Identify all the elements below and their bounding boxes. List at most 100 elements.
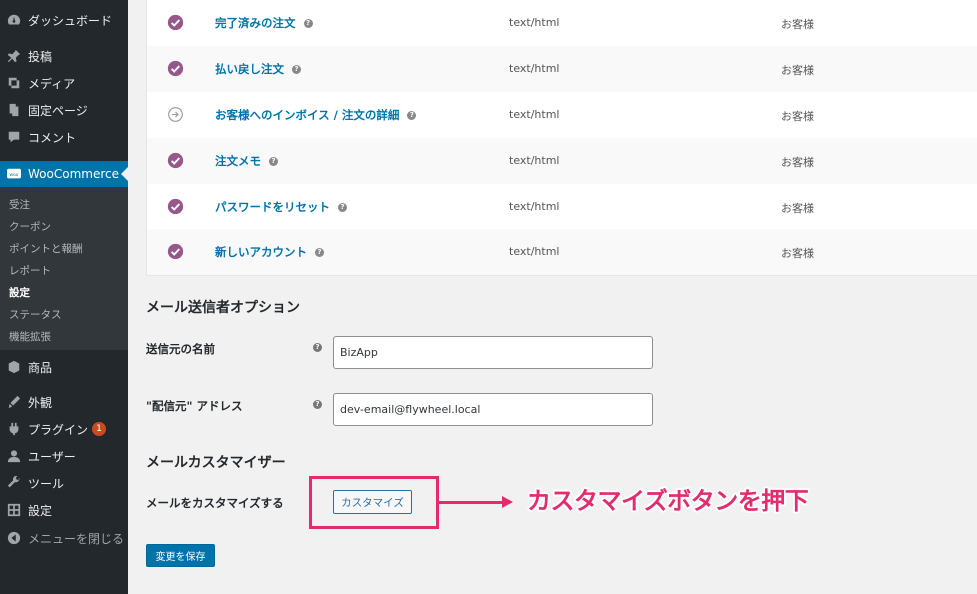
help-icon[interactable]: ? <box>313 343 322 352</box>
submenu-orders[interactable]: 受注 <box>9 197 30 212</box>
enabled-check-icon <box>167 198 184 215</box>
menu-item-dashboard[interactable]: ダッシュボード <box>0 7 128 33</box>
content-type: text/html <box>509 245 560 258</box>
recipient: お客様 <box>781 64 814 77</box>
menu-label: メディア <box>28 76 76 91</box>
settings-icon <box>7 503 21 517</box>
annotation-arrow-line <box>439 501 505 504</box>
email-name-link[interactable]: 新しいアカウント? <box>215 244 324 260</box>
help-icon[interactable]: ? <box>313 400 322 409</box>
menu-label: プラグイン <box>28 422 89 437</box>
help-icon[interactable]: ? <box>315 248 324 257</box>
content-type: text/html <box>509 154 560 167</box>
content-type: text/html <box>509 200 560 213</box>
collapse-icon <box>7 531 21 545</box>
from-address-input[interactable] <box>333 393 653 426</box>
recipient: お客様 <box>781 156 814 169</box>
enabled-check-icon <box>167 14 184 31</box>
menu-label: コメント <box>28 130 77 145</box>
menu-label: ツール <box>28 476 65 491</box>
customizer-heading: メールカスタマイザー <box>146 455 286 471</box>
recipient: お客様 <box>781 202 814 215</box>
from-name-input[interactable] <box>333 336 653 369</box>
menu-item-pages[interactable]: 固定ページ <box>0 97 128 123</box>
menu-label: ダッシュボード <box>28 13 113 28</box>
svg-text:woo: woo <box>10 173 19 178</box>
save-changes-button[interactable]: 変更を保存 <box>146 544 215 567</box>
table-row: パスワードをリセット? text/html お客様 <box>146 184 977 230</box>
enabled-check-icon <box>167 243 184 260</box>
menu-item-media[interactable]: メディア <box>0 70 128 96</box>
menu-label: メニューを閉じる <box>28 531 125 546</box>
collapse-menu-button[interactable]: メニューを閉じる <box>0 525 128 551</box>
help-icon[interactable]: ? <box>269 157 278 166</box>
submenu-settings[interactable]: 設定 <box>9 285 30 300</box>
highlight-box <box>309 476 439 529</box>
dashboard-icon <box>7 13 21 27</box>
table-row: 新しいアカウント? text/html お客様 <box>146 229 977 275</box>
menu-item-tools[interactable]: ツール <box>0 470 128 496</box>
table-row: 払い戻し注文? text/html お客様 <box>146 46 977 92</box>
menu-label: 外観 <box>28 395 53 410</box>
from-name-label: 送信元の名前 <box>146 342 215 356</box>
user-icon <box>7 449 21 463</box>
menu-item-settings[interactable]: 設定 <box>0 497 128 523</box>
annotation-callout: カスタマイズボタンを押下 <box>527 487 809 515</box>
help-icon[interactable]: ? <box>292 65 301 74</box>
menu-item-comments[interactable]: コメント <box>0 124 128 150</box>
product-icon <box>7 360 21 374</box>
admin-sidebar: ダッシュボード 投稿 メディア 固定ページ コメント woo WooCommer… <box>0 0 128 594</box>
submenu-extensions[interactable]: 機能拡張 <box>9 329 51 344</box>
page-icon <box>7 103 21 117</box>
from-address-label: "配信元" アドレス <box>146 399 243 413</box>
menu-label: 投稿 <box>28 49 53 64</box>
plugin-icon <box>7 422 21 436</box>
menu-label: 固定ページ <box>28 103 88 118</box>
recipient: お客様 <box>781 18 814 31</box>
submenu-reports[interactable]: レポート <box>9 263 51 278</box>
menu-label: 商品 <box>28 360 53 375</box>
woo-icon: woo <box>7 167 21 181</box>
menu-item-plugins[interactable]: プラグイン 1 <box>0 416 128 442</box>
menu-item-posts[interactable]: 投稿 <box>0 43 128 69</box>
help-icon[interactable]: ? <box>303 19 313 28</box>
menu-item-woocommerce[interactable]: woo WooCommerce <box>0 161 128 187</box>
menu-item-appearance[interactable]: 外観 <box>0 389 128 415</box>
customize-email-label: メールをカスタマイズする <box>146 496 284 510</box>
menu-item-products[interactable]: 商品 <box>0 354 128 380</box>
appearance-icon <box>7 395 21 409</box>
email-name-link[interactable]: お客様へのインボイス / 注文の詳細? <box>215 107 417 123</box>
recipient: お客様 <box>781 247 814 260</box>
menu-item-users[interactable]: ユーザー <box>0 443 128 469</box>
sender-options-heading: メール送信者オプション <box>146 300 300 316</box>
pin-icon <box>7 49 21 63</box>
menu-label: WooCommerce <box>28 167 119 181</box>
table-divider <box>146 275 977 276</box>
content-type: text/html <box>509 62 560 75</box>
table-row: 完了済みの注文? text/html お客様 <box>146 0 977 46</box>
update-count-badge: 1 <box>92 422 107 436</box>
menu-label: ユーザー <box>28 449 76 464</box>
content-type: text/html <box>509 16 560 29</box>
submenu-coupons[interactable]: クーポン <box>9 219 51 234</box>
content-type: text/html <box>509 108 560 121</box>
email-name-link[interactable]: パスワードをリセット? <box>215 199 347 215</box>
comment-icon <box>7 130 21 144</box>
manual-send-icon <box>168 107 183 122</box>
enabled-check-icon <box>167 60 184 77</box>
help-icon[interactable]: ? <box>407 111 417 120</box>
tool-icon <box>7 476 21 490</box>
email-name-link[interactable]: 注文メモ? <box>215 153 278 169</box>
menu-label: 設定 <box>28 503 53 518</box>
table-row: お客様へのインボイス / 注文の詳細? text/html お客様 <box>146 92 977 138</box>
submenu-points-rewards[interactable]: ポイントと報酬 <box>9 241 83 256</box>
arrow-right-icon <box>502 496 513 508</box>
recipient: お客様 <box>781 110 814 123</box>
email-name-link[interactable]: 払い戻し注文? <box>215 61 301 77</box>
table-row: 注文メモ? text/html お客様 <box>146 138 977 184</box>
submenu-status[interactable]: ステータス <box>9 307 62 322</box>
help-icon[interactable]: ? <box>338 203 347 212</box>
enabled-check-icon <box>167 152 184 169</box>
media-icon <box>7 76 21 90</box>
email-name-link[interactable]: 完了済みの注文? <box>215 15 313 31</box>
